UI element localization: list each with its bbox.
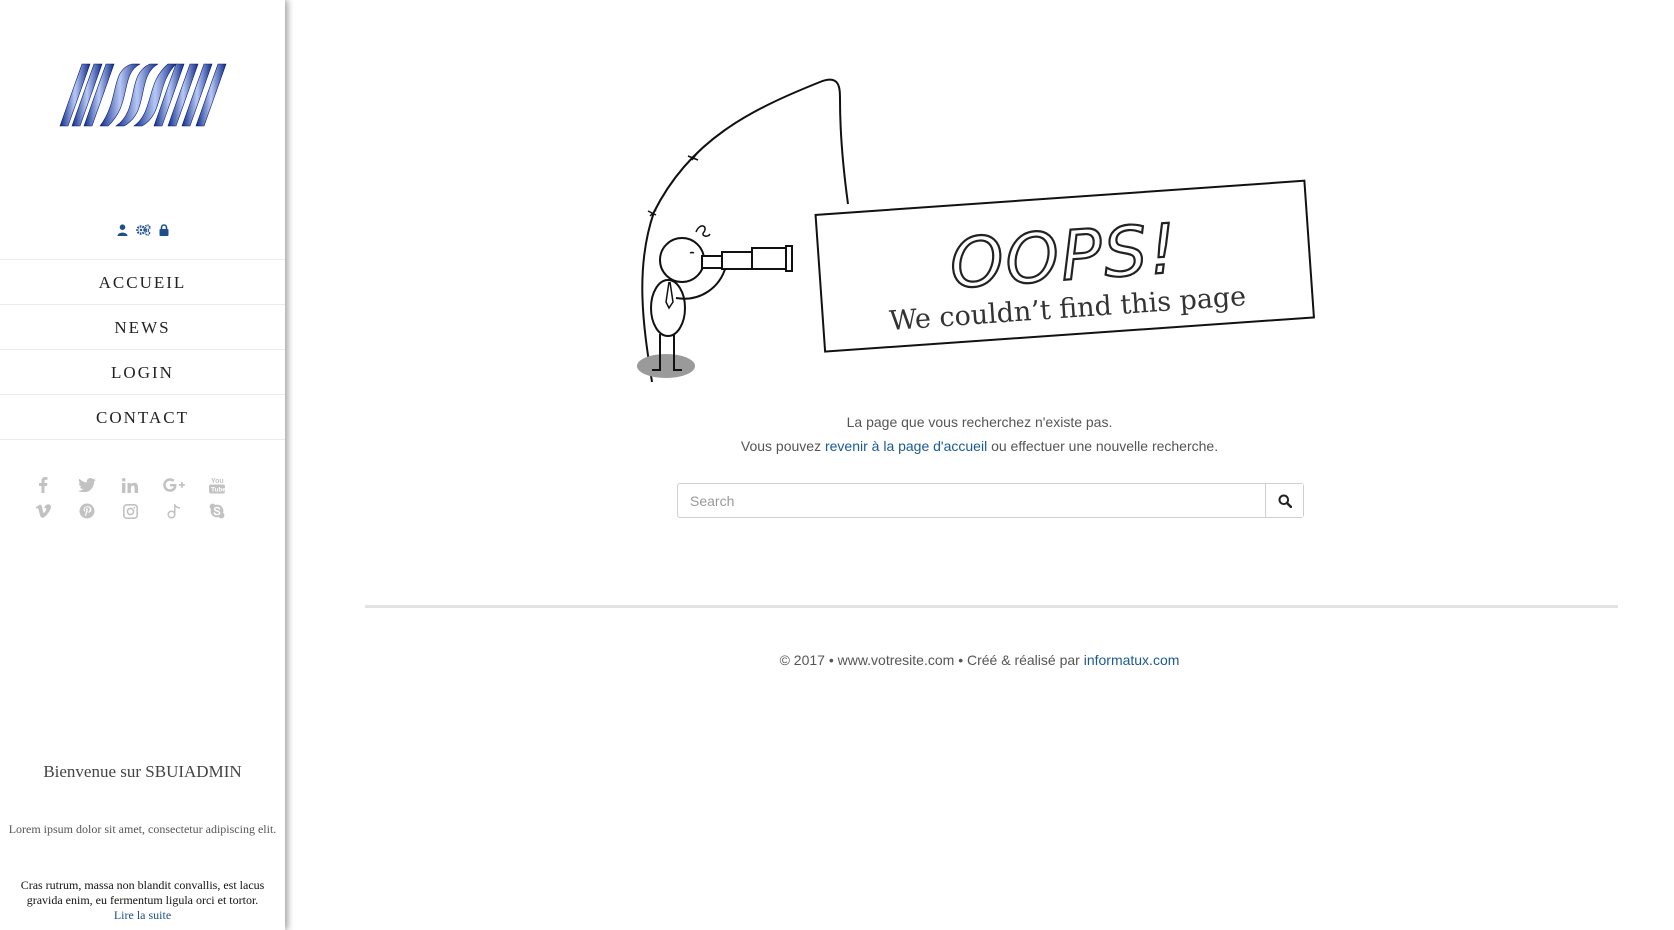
main-nav: ACCUEIL NEWS LOGIN CONTACT <box>0 259 285 440</box>
footer: © 2017 • www.votresite.com • Créé & réal… <box>285 652 1674 668</box>
search-icon <box>1278 494 1292 508</box>
nav-item-contact[interactable]: CONTACT <box>0 395 285 440</box>
skype-icon[interactable] <box>204 499 230 523</box>
welcome-title: Bienvenue sur SBUIADMIN <box>43 762 242 781</box>
pinterest-icon[interactable] <box>74 499 100 523</box>
message-text-after: ou effectuer une nouvelle recherche. <box>987 438 1219 454</box>
linkedin-icon[interactable] <box>117 473 143 497</box>
message-text-before: Vous pouvez <box>740 438 825 454</box>
social-links: You Tube <box>30 472 230 524</box>
welcome-lead: Lorem ipsum dolor sit amet, consectetur … <box>8 822 277 836</box>
nav-item-login[interactable]: LOGIN <box>0 350 285 395</box>
home-link[interactable]: revenir à la page d'accueil <box>825 438 987 454</box>
error-message-line1: La page que vous recherchez n'existe pas… <box>846 414 1113 430</box>
twitter-icon[interactable] <box>74 473 100 497</box>
error-illustration: OOPS! We couldn’t find this page <box>637 78 1315 383</box>
sidebar: ACCUEIL NEWS LOGIN CONTACT You Tube Bien… <box>0 0 285 930</box>
site-logo[interactable] <box>50 60 232 132</box>
cogs-icon[interactable] <box>135 224 151 236</box>
error-message-line2: Vous pouvez revenir à la page d'accueil … <box>285 438 1674 454</box>
facebook-icon[interactable] <box>30 473 56 497</box>
footer-author-link[interactable]: informatux.com <box>1084 652 1180 668</box>
admin-icons <box>0 224 285 236</box>
nav-item-news[interactable]: NEWS <box>0 305 285 350</box>
vimeo-icon[interactable] <box>30 499 56 523</box>
google-plus-icon[interactable] <box>161 473 187 497</box>
welcome-body-text: Cras rutrum, massa non blandit convallis… <box>20 878 265 907</box>
footer-divider <box>365 605 1618 608</box>
svg-text:Tube: Tube <box>211 487 225 494</box>
lock-icon[interactable] <box>159 224 169 236</box>
tiktok-icon[interactable] <box>161 499 187 523</box>
instagram-icon[interactable] <box>117 499 143 523</box>
nav-item-accueil[interactable]: ACCUEIL <box>0 260 285 305</box>
footer-text: © 2017 • www.votresite.com • Créé & réal… <box>779 652 1084 668</box>
welcome-body: Cras rutrum, massa non blandit convallis… <box>10 878 275 923</box>
user-icon[interactable] <box>117 224 128 236</box>
svg-text:You: You <box>211 478 224 485</box>
search-button[interactable] <box>1265 484 1303 517</box>
search-form <box>677 483 1304 518</box>
main-content: OOPS! We couldn’t find this page La page… <box>285 0 1674 930</box>
youtube-icon[interactable]: You Tube <box>204 473 230 497</box>
read-more-link[interactable]: Lire la suite <box>114 908 171 922</box>
search-input[interactable] <box>678 484 1265 517</box>
